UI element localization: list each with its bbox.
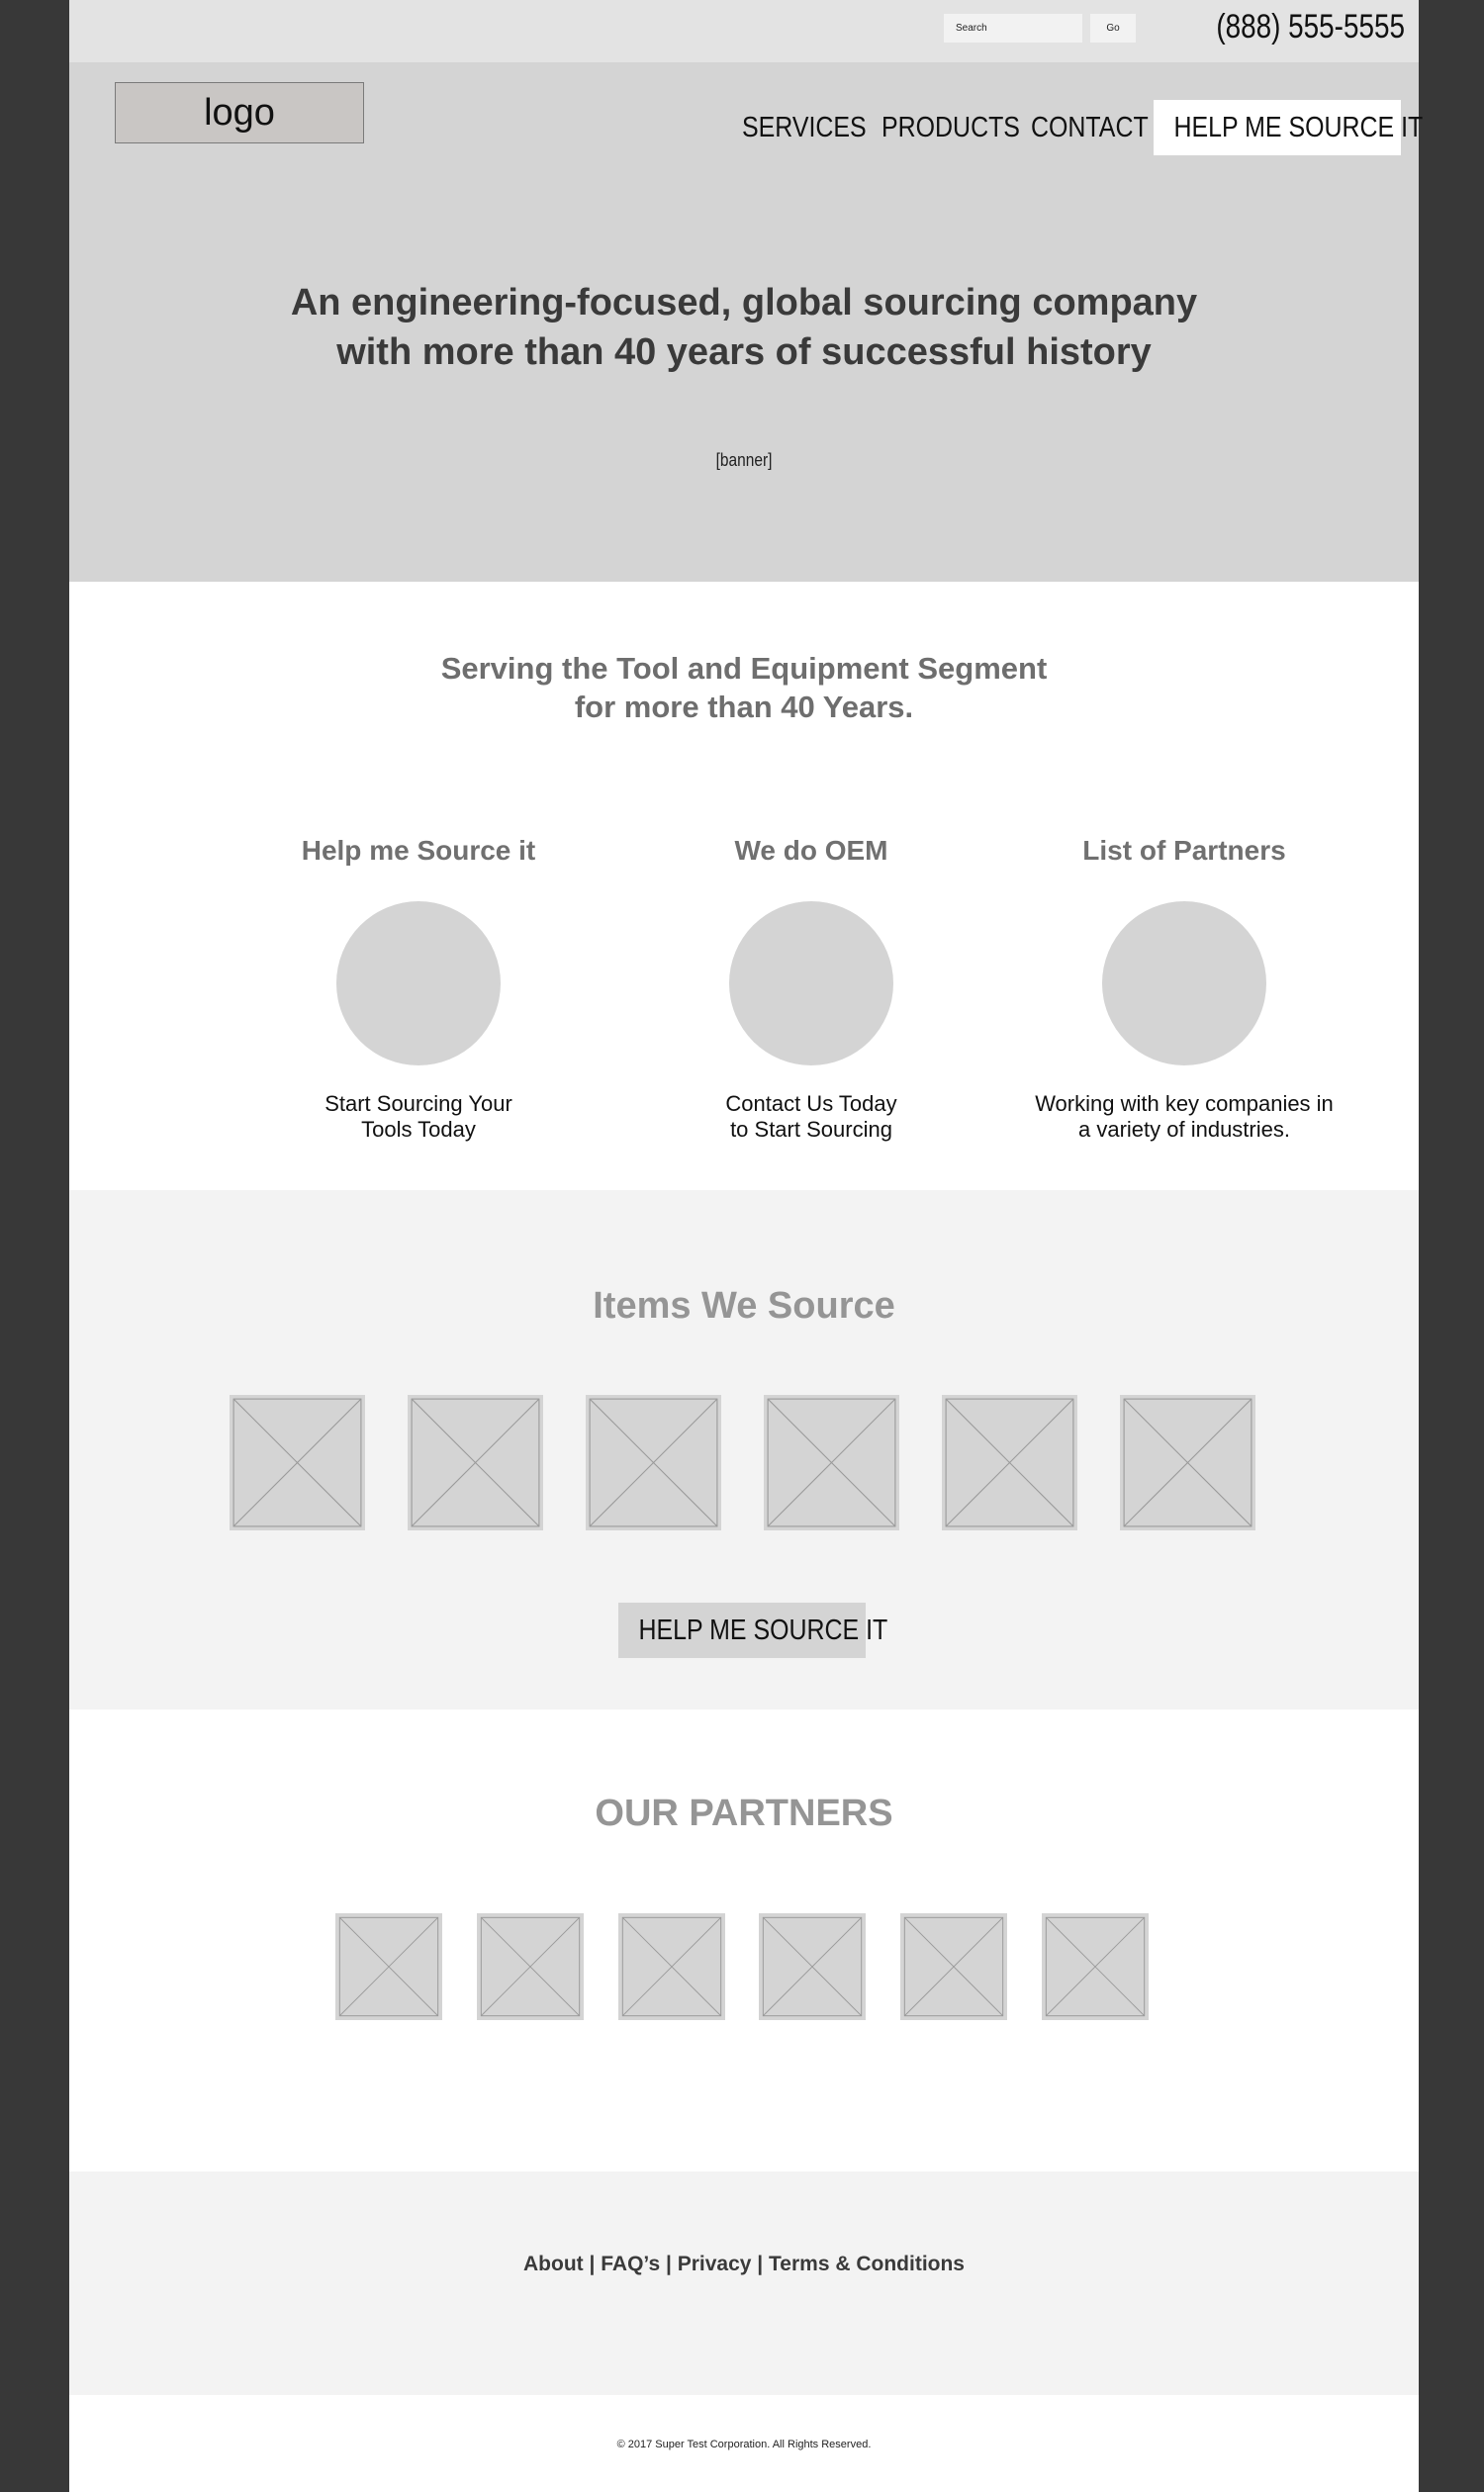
page: Go (888) 555-5555 logo SERVICES PRODUCTS… xyxy=(69,0,1423,2492)
partners-title: OUR PARTNERS xyxy=(595,1793,893,1834)
feature-description: Start Sourcing Your Tools Today xyxy=(240,1091,597,1143)
items-title: Items We Source xyxy=(593,1285,895,1327)
feature-help-me-source-it[interactable]: Help me Source it Start Sourcing Your To… xyxy=(240,831,597,1143)
item-image-placeholder[interactable] xyxy=(230,1395,365,1530)
partner-logo-placeholder[interactable] xyxy=(900,1913,1007,2020)
feature-description: Contact Us Today to Start Sourcing xyxy=(633,1091,989,1143)
top-bar: Go (888) 555-5555 xyxy=(69,0,1419,62)
feature-title: Help me Source it xyxy=(301,835,536,866)
item-image-placeholder[interactable] xyxy=(408,1395,543,1530)
copyright-bar: © 2017 Super Test Corporation. All Right… xyxy=(69,2395,1419,2492)
footer-link-terms[interactable]: Terms & Conditions xyxy=(769,2253,965,2275)
copyright-text: © 2017 Super Test Corporation. All Right… xyxy=(616,2439,872,2450)
partner-logo-placeholder[interactable] xyxy=(477,1913,584,2020)
feature-title: List of Partners xyxy=(1082,835,1286,866)
footer-link-privacy[interactable]: Privacy xyxy=(678,2253,752,2275)
feature-we-do-oem[interactable]: We do OEM Contact Us Today to Start Sour… xyxy=(633,831,989,1143)
feature-description-line: Start Sourcing Your xyxy=(325,1091,512,1116)
feature-description-line: a variety of industries. xyxy=(1078,1117,1290,1142)
feature-description-line: to Start Sourcing xyxy=(730,1117,892,1142)
hero-title: An engineering-focused, global sourcing … xyxy=(218,278,1270,377)
partner-logo-placeholder[interactable] xyxy=(618,1913,725,2020)
partner-logo-placeholder[interactable] xyxy=(759,1913,866,2020)
nav-products[interactable]: PRODUCTS xyxy=(881,100,1020,155)
footer: About | FAQ’s | Privacy | Terms & Condit… xyxy=(69,2171,1419,2395)
search-input[interactable] xyxy=(944,14,1082,43)
footer-links: About | FAQ’s | Privacy | Terms & Condit… xyxy=(69,2253,1419,2276)
hero-banner: logo SERVICES PRODUCTS CONTACT HELP ME S… xyxy=(69,62,1423,582)
hero-title-line-2: with more than 40 years of successful hi… xyxy=(336,331,1152,373)
feature-description-line: Tools Today xyxy=(361,1117,476,1142)
footer-link-about[interactable]: About xyxy=(523,2253,584,2275)
feature-image-placeholder xyxy=(1102,901,1266,1065)
feature-image-placeholder xyxy=(336,901,501,1065)
item-image-placeholder[interactable] xyxy=(942,1395,1077,1530)
serving-title-line-1: Serving the Tool and Equipment Segment xyxy=(440,651,1048,686)
serving-title-line-2: for more than 40 Years. xyxy=(574,690,914,724)
partner-logo-placeholder[interactable] xyxy=(335,1913,442,2020)
item-image-placeholder[interactable] xyxy=(586,1395,721,1530)
footer-separator: | xyxy=(589,2253,596,2275)
feature-description: Working with key companies in a variety … xyxy=(986,1091,1382,1143)
help-me-source-it-nav-button[interactable]: HELP ME SOURCE IT xyxy=(1154,100,1423,155)
serving-section: Serving the Tool and Equipment Segment f… xyxy=(69,582,1419,1190)
go-button[interactable]: Go xyxy=(1090,14,1136,43)
hero-title-line-1: An engineering-focused, global sourcing … xyxy=(290,282,1198,323)
feature-list-of-partners[interactable]: List of Partners Working with key compan… xyxy=(986,831,1382,1143)
our-partners-section: OUR PARTNERS xyxy=(69,1709,1419,2171)
main-nav: SERVICES PRODUCTS CONTACT HELP ME SOURCE… xyxy=(69,100,1423,155)
nav-services[interactable]: SERVICES xyxy=(742,100,867,155)
items-we-source-section: Items We Source HELP ME SOURCE IT xyxy=(69,1190,1419,1709)
feature-description-line: Contact Us Today xyxy=(725,1091,897,1116)
footer-link-faqs[interactable]: FAQ’s xyxy=(601,2253,660,2275)
phone-number: (888) 555-5555 xyxy=(1216,8,1405,46)
nav-contact[interactable]: CONTACT xyxy=(1031,100,1149,155)
serving-title: Serving the Tool and Equipment Segment f… xyxy=(267,649,1221,726)
footer-separator: | xyxy=(757,2253,764,2275)
feature-title: We do OEM xyxy=(734,835,888,866)
feature-description-line: Working with key companies in xyxy=(1035,1091,1334,1116)
banner-placeholder-label: [banner] xyxy=(715,450,773,470)
item-image-placeholder[interactable] xyxy=(764,1395,899,1530)
item-image-placeholder[interactable] xyxy=(1120,1395,1255,1530)
feature-image-placeholder xyxy=(729,901,893,1065)
footer-separator: | xyxy=(665,2253,672,2275)
partner-logo-placeholder[interactable] xyxy=(1042,1913,1149,2020)
help-me-source-it-button[interactable]: HELP ME SOURCE IT xyxy=(618,1603,887,1658)
